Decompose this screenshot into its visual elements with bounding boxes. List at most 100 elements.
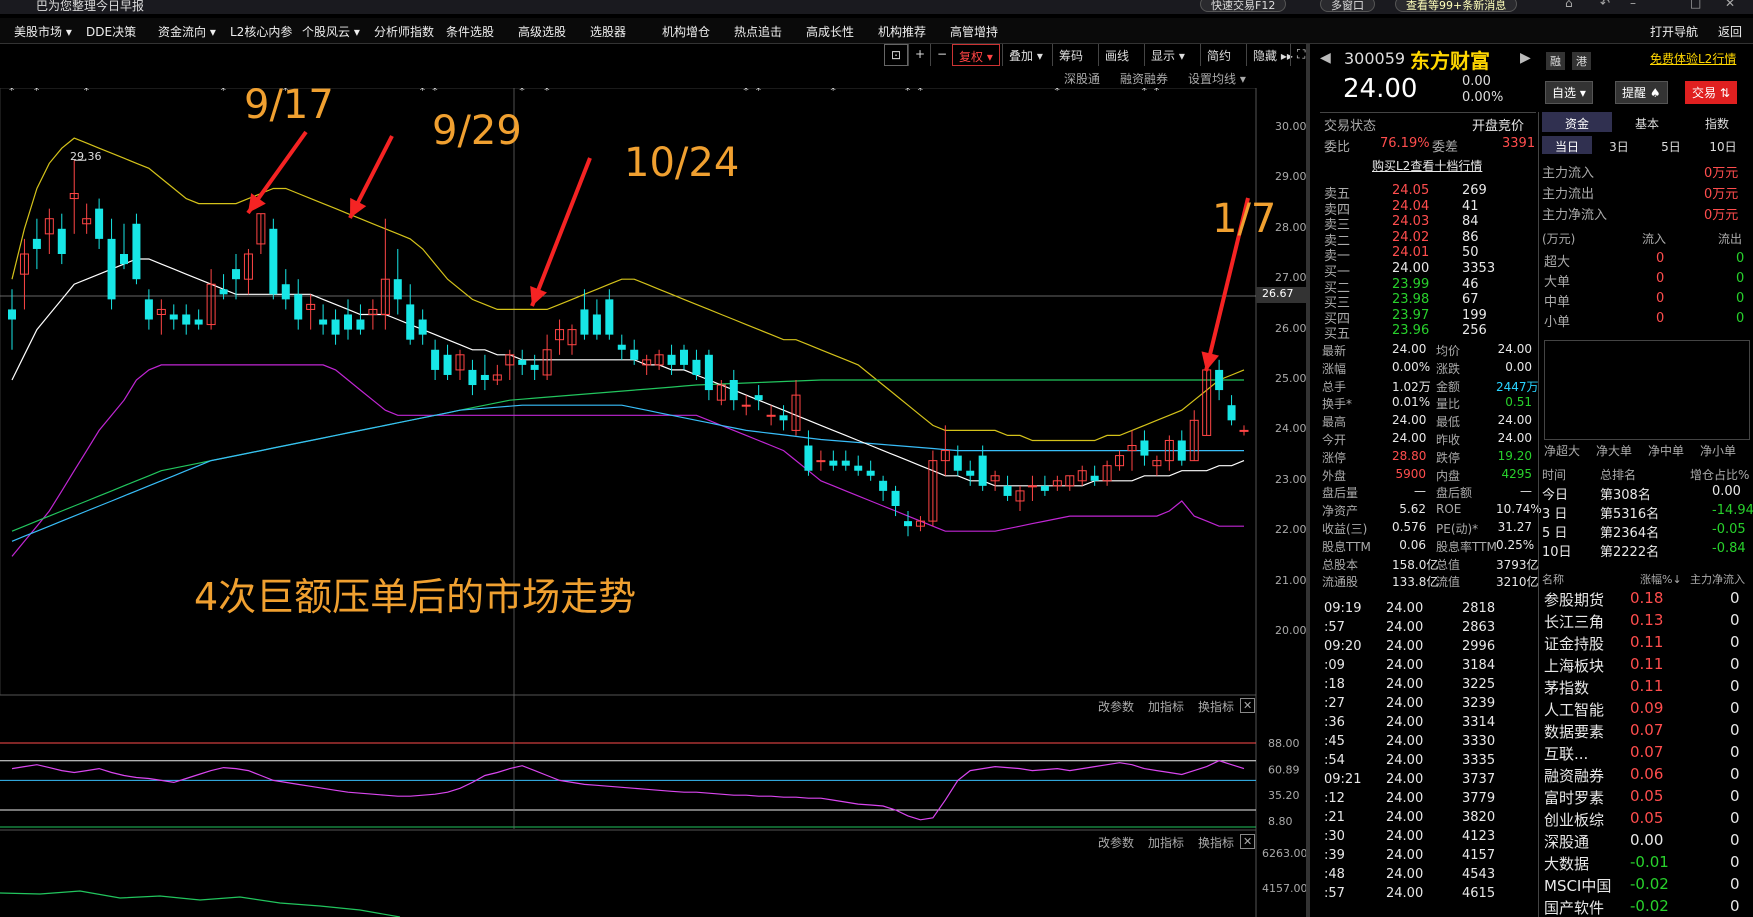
period-5d[interactable]: 5日 [1646,136,1696,154]
tick-time: :45 [1324,734,1345,749]
ind-switch-button[interactable]: 换指标 [1198,698,1234,715]
volume-line [0,890,401,917]
open-nav-link[interactable]: 打开导航 [1650,23,1698,40]
news-ticker[interactable]: 巴为您整理今日早报 [36,0,144,14]
flow-value: 0万元 [1704,208,1739,223]
candle-body [194,319,203,325]
display-button[interactable]: 显示 ▾ [1144,44,1191,66]
quote-value: 158.0亿 [1392,557,1439,572]
menu-dde[interactable]: DDE决策 [86,23,136,40]
margin-link[interactable]: 融资融券 [1120,70,1168,87]
alert-button[interactable]: 提醒 ♠ [1615,81,1668,104]
sector-name: 证金持股 [1544,635,1605,653]
order-size-out: 0 [1736,311,1745,326]
menu-hot-chase[interactable]: 热点追击 [734,23,782,40]
order-size-in: 0 [1656,311,1665,326]
tick-time: 09:21 [1324,772,1362,787]
period-today[interactable]: 当日 [1542,136,1592,154]
ind-close-icon[interactable]: ✕ [1240,698,1256,713]
menu-bar: 美股市场 ▾ DDE决策 资金流向 ▾ L2核心内参 个股风云 ▾ 分析师指数 … [0,18,1753,44]
prev-stock-icon[interactable]: ◀ [1320,50,1331,66]
candle-body [294,294,303,320]
period-10d[interactable]: 10日 [1698,136,1748,154]
menu-analyst-index[interactable]: 分析师指数 [374,23,434,40]
menu-inst-increase[interactable]: 机构增仓 [662,23,710,40]
candle-body [1227,405,1236,421]
quick-trade-button[interactable]: 快速交易F12 [1200,0,1287,12]
zoom-in-icon[interactable]: + [908,44,931,66]
vol-params-button[interactable]: 改参数 [1098,834,1134,851]
maximize-icon[interactable]: □ [1690,0,1701,10]
set-ma-button[interactable]: 设置均线 ▾ [1188,70,1246,87]
menu-advanced-pick[interactable]: 高级选股 [518,23,566,40]
star-mark: * [544,88,550,97]
simple-button[interactable]: 简约 [1200,44,1237,66]
overlay-button[interactable]: 叠加 ▾ [1002,44,1049,66]
ind-params-button[interactable]: 改参数 [1098,698,1134,715]
candle-body [580,309,589,335]
tab-basic[interactable]: 基本 [1612,112,1682,132]
menu-us-market[interactable]: 美股市场 ▾ [14,23,72,40]
menu-capital-flow[interactable]: 资金流向 ▾ [158,23,216,40]
vol-tick: 6263.00 [1262,847,1308,860]
menu-l2-news[interactable]: L2核心内参 [230,23,292,40]
candle-body [841,460,850,466]
sh-connect-link[interactable]: 深股通 [1064,70,1100,87]
undo-icon[interactable]: ↶ [1600,0,1610,10]
tab-fund[interactable]: 资金 [1542,112,1612,132]
home-icon[interactable]: ⌂ [1565,0,1573,10]
period-3d[interactable]: 3日 [1594,136,1644,154]
back-link[interactable]: 返回 [1718,23,1742,40]
quote-value: 24.00 [1392,413,1427,428]
star-mark: * [743,88,749,97]
quote-value: 0.06 [1399,537,1426,552]
menu-stock-picker[interactable]: 选股器 [590,23,626,40]
adjust-button[interactable]: 复权 ▾ [952,44,1000,66]
multi-window-button[interactable]: 多窗口 [1320,0,1375,12]
trade-button[interactable]: 交易 ⇅ [1685,81,1737,104]
draw-line-button[interactable]: 画线 [1098,44,1135,66]
sector-change: 0.07 [1630,743,1664,761]
next-stock-icon[interactable]: ▶ [1520,50,1531,66]
ind-add-button[interactable]: 加指标 [1148,698,1184,715]
l2-trial-link[interactable]: 免费体验L2行情 [1650,50,1736,67]
quote-label: 均价 [1436,344,1461,358]
add-watchlist-button[interactable]: 自选 ▾ [1545,81,1593,104]
vol-switch-button[interactable]: 换指标 [1198,834,1234,851]
panel-splitter[interactable] [1306,44,1310,917]
candle-body [468,369,477,386]
indicator-panel: 88.00 60.89 35.20 8.80 [0,694,1300,829]
menu-exec-increase[interactable]: 高管增持 [950,23,998,40]
lock-icon[interactable]: ⊡ [884,44,909,66]
flow-unit: (万元) [1542,232,1576,246]
rank-period: 今日 [1542,488,1569,503]
rank-value: 第308名 [1600,488,1651,503]
vol-add-button[interactable]: 加指标 [1148,834,1184,851]
zoom-out-icon[interactable]: − [930,44,953,66]
menu-high-growth[interactable]: 高成长性 [806,23,854,40]
buy-l2-link[interactable]: 购买L2查看十档行情 [1372,157,1482,174]
vol-close-icon[interactable]: ✕ [1240,834,1256,849]
star-mark: * [9,88,15,97]
weibi-label: 委比 [1324,140,1351,155]
sector-name: 茅指数 [1544,679,1590,697]
menu-inst-recommend[interactable]: 机构推荐 [878,23,926,40]
minimize-icon[interactable]: – [1630,0,1636,10]
menu-stock-risk[interactable]: 个股风云 ▾ [302,23,360,40]
weicha-value: 3391 [1502,136,1536,151]
quote-value: 24.00 [1497,342,1532,356]
sector-name: 大数据 [1544,855,1590,873]
quote-label: 量比 [1436,397,1461,412]
chips-button[interactable]: 筹码 [1052,44,1089,66]
quote-label: PE(动)* [1436,522,1479,536]
menu-condition-pick[interactable]: 条件选股 [446,23,494,40]
ma-cyan-line [11,404,1244,542]
tick-time: :48 [1324,867,1345,882]
kline-chart[interactable]: * * * * * * * * * * * * * * * * * 88.0060.8935.208.80 62… [0,88,1310,917]
annotation-date-4: 1/7 [1212,196,1277,242]
messages-button[interactable]: 查看等99+条新消息 [1395,0,1518,12]
order-level-label: 买五 [1324,327,1351,342]
tab-index[interactable]: 指数 [1682,112,1752,132]
close-icon[interactable]: ✕ [1725,0,1735,10]
candle-body [729,380,738,401]
